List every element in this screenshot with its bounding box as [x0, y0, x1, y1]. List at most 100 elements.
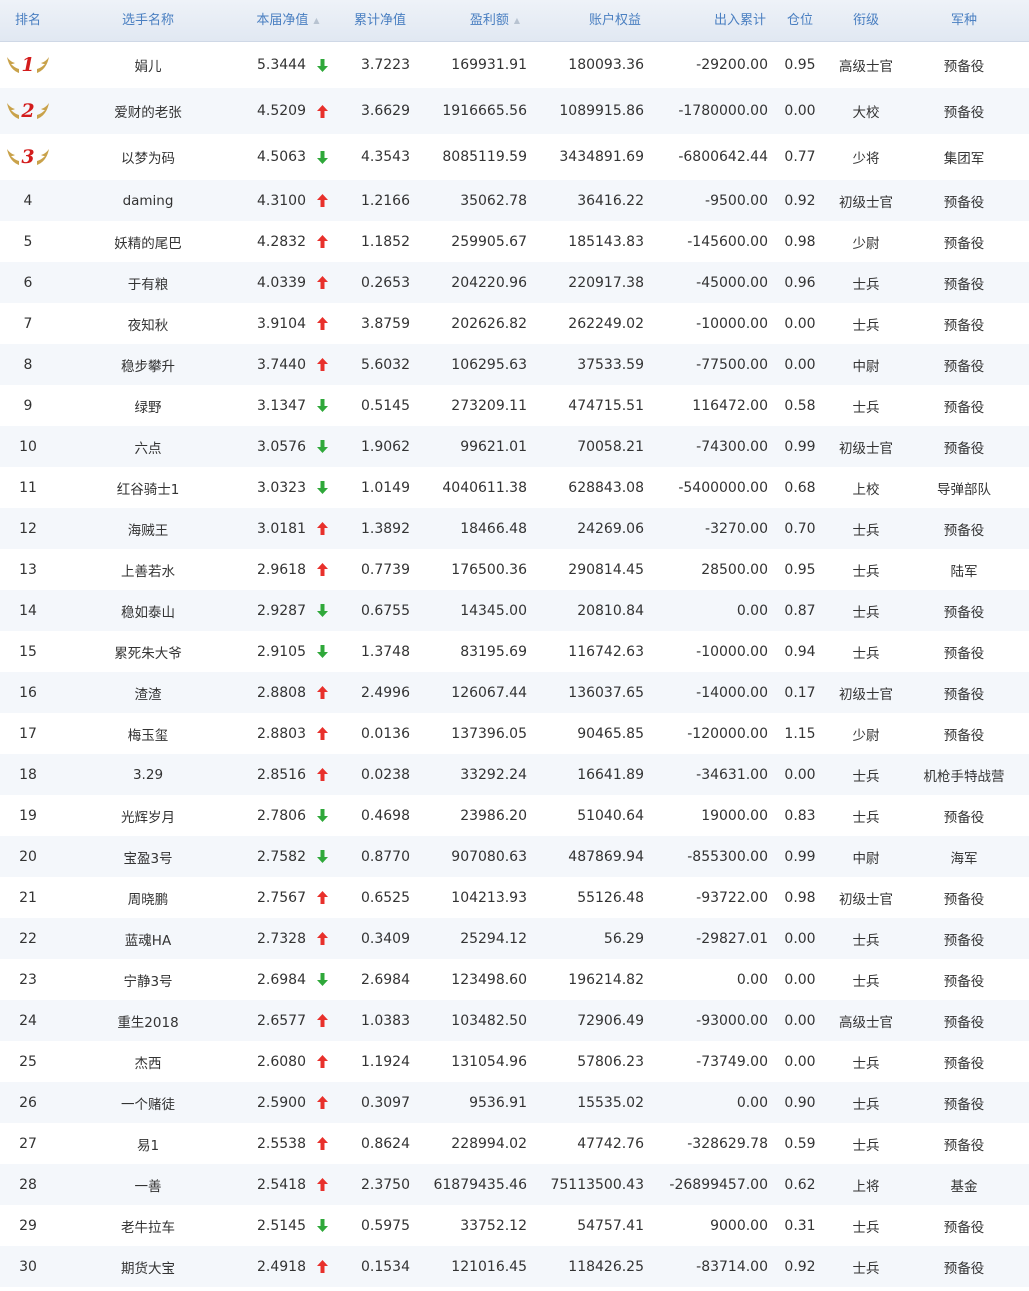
player-name-link[interactable]: daming — [88, 180, 208, 221]
equity-cell: 262249.02 — [568, 315, 644, 332]
position-cell: 0.77 — [784, 149, 816, 165]
table-row: 23 宁静3号 2.6984 2.6984 123498.60 196214.82 0.00… — [0, 959, 1029, 1000]
equity-cell: 20810.84 — [577, 602, 644, 619]
nav-cell: 3.7440 — [257, 356, 306, 373]
player-name-link[interactable]: 海贼王 — [88, 508, 208, 549]
inout-cell: -9500.00 — [705, 192, 768, 209]
player-name-link[interactable]: 娟儿 — [88, 42, 208, 88]
profit-cell: 204220.96 — [451, 274, 527, 291]
profit-cell: 103482.50 — [451, 1012, 527, 1029]
equity-cell: 72906.49 — [577, 1012, 644, 1029]
player-name-link[interactable]: 红谷骑士1 — [88, 467, 208, 508]
branch-cell: 预备役 — [943, 235, 985, 252]
header-inout[interactable]: 出入累计 — [700, 0, 780, 41]
nav-cell: 3.9104 — [257, 315, 306, 332]
ranking-board: 排名 选手名称 本届净值 ▲ 累计净值 盈利额 ▲ 账户权益 出入累计 仓位 衔级 … — [0, 0, 1029, 1291]
title-cell: 初级士官 — [839, 891, 893, 908]
branch-cell: 预备役 — [943, 1055, 985, 1072]
equity-cell: 15535.02 — [577, 1094, 644, 1111]
rank-cell: 18 — [19, 766, 37, 783]
player-name-link[interactable]: 宁静3号 — [88, 959, 208, 1000]
position-cell: 0.00 — [784, 930, 816, 947]
rank-cell: 14 — [19, 602, 37, 619]
player-name-link[interactable]: 于有粮 — [88, 262, 208, 303]
cumnav-cell: 2.4996 — [361, 684, 410, 701]
arrow-down-icon — [315, 795, 329, 836]
header-position[interactable]: 仓位 — [778, 0, 822, 41]
player-name-link[interactable]: 妖精的尾巴 — [88, 221, 208, 262]
cumnav-cell: 0.5975 — [361, 1217, 410, 1234]
branch-cell: 预备役 — [943, 686, 985, 703]
table-row: 27 易1 2.5538 0.8624 228994.02 47742.76 -328629… — [0, 1123, 1029, 1164]
header-cumnav[interactable]: 累计净值 — [340, 0, 420, 41]
header-branch[interactable]: 军种 — [924, 0, 1004, 41]
player-name-link[interactable]: 稳如泰山 — [88, 590, 208, 631]
sort-icon[interactable]: ▲ — [514, 0, 520, 41]
player-name-link[interactable]: 周晓鹏 — [88, 877, 208, 918]
cumnav-cell: 1.3892 — [361, 520, 410, 537]
player-name-link[interactable]: 老牛拉车 — [88, 1205, 208, 1246]
position-cell: 0.95 — [784, 561, 816, 578]
player-name-link[interactable]: 绿野 — [88, 385, 208, 426]
medal-wings-icon: 3 — [4, 134, 52, 180]
header-equity[interactable]: 账户权益 — [570, 0, 660, 41]
player-name-link[interactable]: 一善 — [88, 1164, 208, 1205]
player-name-link[interactable]: 蓝魂HA — [88, 918, 208, 959]
player-name-link[interactable]: 光辉岁月 — [88, 795, 208, 836]
arrow-down-icon — [315, 959, 329, 1000]
branch-cell: 预备役 — [943, 1014, 985, 1031]
profit-cell: 83195.69 — [460, 643, 527, 660]
player-name-link[interactable]: 上善若水 — [88, 549, 208, 590]
player-name-link[interactable]: 期货大宝 — [88, 1246, 208, 1287]
inout-cell: 116472.00 — [692, 397, 768, 414]
player-name-link[interactable]: 宝盈3号 — [88, 836, 208, 877]
cumnav-cell: 0.6755 — [361, 602, 410, 619]
nav-cell: 3.0323 — [257, 479, 306, 496]
player-name-link[interactable]: 一个赌徒 — [88, 1082, 208, 1123]
arrow-up-icon — [315, 1082, 329, 1123]
cumnav-cell: 0.7739 — [361, 561, 410, 578]
position-cell: 0.90 — [784, 1094, 816, 1111]
cumnav-cell: 3.6629 — [361, 103, 410, 119]
table-row: 22 蓝魂HA 2.7328 0.3409 25294.12 56.29 -29827.01… — [0, 918, 1029, 959]
profit-cell: 123498.60 — [451, 971, 527, 988]
header-rank[interactable]: 排名 — [0, 0, 56, 41]
equity-cell: 70058.21 — [577, 438, 644, 455]
player-name-link[interactable]: 以梦为码 — [88, 134, 208, 180]
player-name-link[interactable]: 易1 — [88, 1123, 208, 1164]
rank-cell: 4 — [23, 192, 33, 209]
title-cell: 士兵 — [852, 399, 880, 416]
player-name-link[interactable]: 累死朱大爷 — [88, 631, 208, 672]
header-name[interactable]: 选手名称 — [88, 0, 208, 41]
profit-cell: 126067.44 — [451, 684, 527, 701]
position-cell: 0.00 — [784, 315, 816, 332]
header-nav[interactable]: 本届净值 ▲ — [238, 0, 338, 41]
cumnav-cell: 0.5145 — [361, 397, 410, 414]
player-name-link[interactable]: 渣渣 — [88, 672, 208, 713]
profit-cell: 23986.20 — [460, 807, 527, 824]
table-row: 9 绿野 3.1347 0.5145 273209.11 474715.51 116472.… — [0, 385, 1029, 426]
player-name-link[interactable]: 夜知秋 — [88, 303, 208, 344]
player-name-link[interactable]: 爱财的老张 — [88, 88, 208, 134]
branch-cell: 陆军 — [950, 563, 978, 580]
sort-icon[interactable]: ▲ — [313, 0, 319, 41]
header-title[interactable]: 衔级 — [832, 0, 900, 41]
nav-cell: 2.4918 — [257, 1258, 306, 1275]
nav-cell: 2.6080 — [257, 1053, 306, 1070]
header-profit[interactable]: 盈利额 ▲ — [445, 0, 545, 41]
table-row: 2 爱财的老张 4.5209 3.6629 1916665.56 1089915.86 -1… — [0, 88, 1029, 134]
arrow-down-icon — [315, 1205, 329, 1246]
player-name-link[interactable]: 梅玉玺 — [88, 713, 208, 754]
inout-cell: 19000.00 — [701, 807, 768, 824]
player-name-link[interactable]: 杰西 — [88, 1041, 208, 1082]
player-name-link[interactable]: 六点 — [88, 426, 208, 467]
equity-cell: 24269.06 — [577, 520, 644, 537]
nav-cell: 2.9105 — [257, 643, 306, 660]
arrow-up-icon — [315, 549, 329, 590]
player-name-link[interactable]: 稳步攀升 — [88, 344, 208, 385]
cumnav-cell: 2.6984 — [361, 971, 410, 988]
branch-cell: 预备役 — [943, 1096, 985, 1113]
player-name-link[interactable]: 3.29 — [88, 754, 208, 795]
player-name-link[interactable]: 重生2018 — [88, 1000, 208, 1041]
branch-cell: 预备役 — [943, 727, 985, 744]
